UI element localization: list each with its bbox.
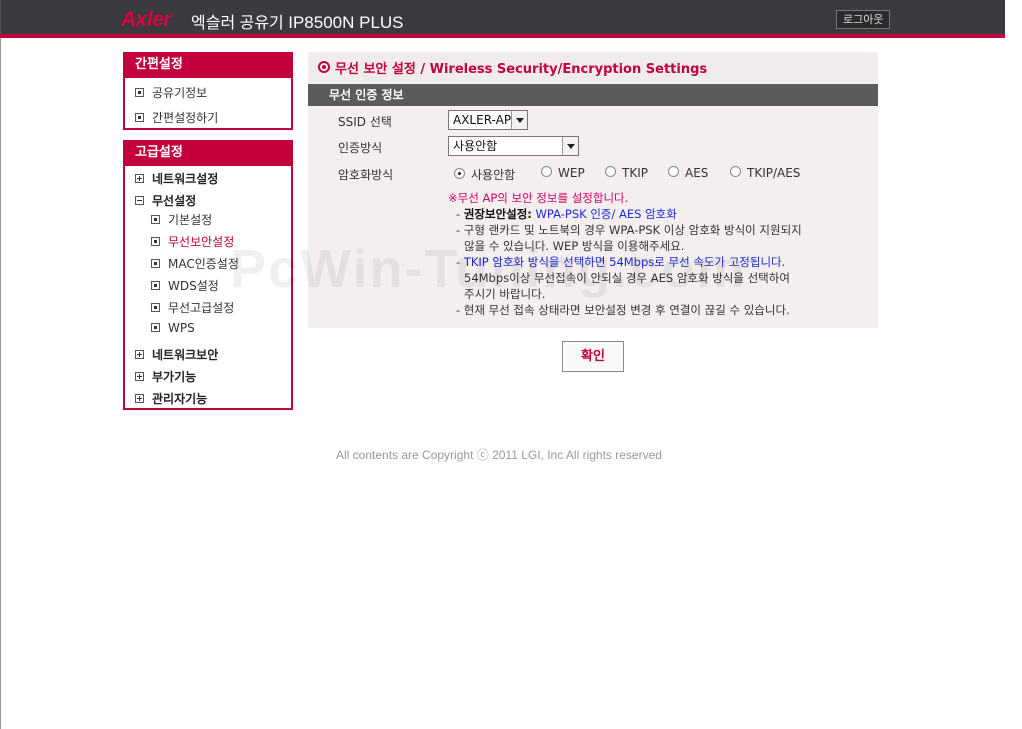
sidebar-item-label: 부가기능 xyxy=(152,370,197,384)
radio-label: TKIP xyxy=(622,166,648,180)
page-title: 무선 보안 설정 / Wireless Security/Encryption … xyxy=(335,62,708,77)
product-model: IP8500N PLUS xyxy=(288,13,404,32)
sidebar-subitem-mac-auth[interactable]: MAC인증설정 xyxy=(151,255,239,272)
radio-label: AES xyxy=(685,166,709,180)
bullet-icon xyxy=(151,281,160,290)
radio-icon xyxy=(668,166,679,177)
info-line-disconnect: - 현재 무선 접속 상태라면 보안설정 변경 후 연결이 끊길 수 있습니다. xyxy=(456,303,790,317)
sidebar-item-network-security[interactable]: 네트워크보안 xyxy=(135,346,218,363)
product-title: 엑슬러 공유기 IP8500N PLUS xyxy=(191,9,404,33)
info-recommended: - 권장보안설정: WPA-PSK 인증/ AES 암호화 xyxy=(456,206,677,222)
sidebar-item-label: 네트워크보안 xyxy=(152,348,219,362)
encryption-option-tkip[interactable]: TKIP xyxy=(605,166,648,180)
expand-plus-icon xyxy=(135,394,144,403)
main-settings-panel: 무선 보안 설정 / Wireless Security/Encryption … xyxy=(308,52,878,328)
sidebar-item-label: 네트워크설정 xyxy=(152,172,219,186)
encryption-option-none[interactable]: 사용안함 xyxy=(454,166,515,183)
bullet-icon xyxy=(151,259,160,268)
collapse-minus-icon xyxy=(135,196,144,205)
sidebar-subitem-wireless-advanced[interactable]: 무선고급설정 xyxy=(151,299,234,316)
sidebar-advanced-settings: 고급설정 네트워크설정 무선설정 기본설정 무선보안설정 MAC인증설정 WDS… xyxy=(123,140,293,410)
auth-method-label: 인증방식 xyxy=(338,141,383,155)
bullet-icon xyxy=(151,303,160,312)
info-tkip-note: TKIP 암호화 방식을 선택하면 54Mbps로 무선 속도가 고정됩니다. xyxy=(463,255,786,269)
sidebar-item-label: 공유기정보 xyxy=(152,86,208,100)
sidebar-subitem-wps[interactable]: WPS xyxy=(151,321,195,335)
sidebar-item-admin-features[interactable]: 관리자기능 xyxy=(135,390,207,407)
sidebar-item-router-info[interactable]: 공유기정보 xyxy=(135,84,207,101)
sidebar-item-label: 무선보안설정 xyxy=(168,235,235,249)
sidebar-item-label: WDS설정 xyxy=(168,279,219,293)
sidebar-item-label: WPS xyxy=(168,321,195,335)
logout-button[interactable]: 로그아웃 xyxy=(836,10,891,29)
sidebar-item-wireless-settings[interactable]: 무선설정 xyxy=(135,192,196,209)
encryption-label: 암호화방식 xyxy=(338,168,394,182)
sidebar-item-label: 관리자기능 xyxy=(152,392,208,406)
radio-checked-icon xyxy=(454,168,465,179)
encryption-option-wep[interactable]: WEP xyxy=(541,166,585,180)
chevron-down-icon xyxy=(511,111,527,129)
footer-copyright: All contents are Copyright ⓒ 2011 LGI, I… xyxy=(336,448,662,462)
subsection-title: 무선 인증 정보 xyxy=(308,84,878,106)
bullet-icon xyxy=(151,215,160,224)
expand-plus-icon xyxy=(135,372,144,381)
info-line-legacy-cont: 않을 수 있습니다. WEP 방식을 이용해주세요. xyxy=(464,239,685,253)
sidebar-item-label: MAC인증설정 xyxy=(168,257,239,271)
sidebar-item-label: 무선고급설정 xyxy=(168,301,235,315)
sidebar-simple-settings: 간편설정 공유기정보 간편설정하기 xyxy=(123,52,293,130)
sidebar-simple-title: 간편설정 xyxy=(125,54,291,78)
bullet-icon xyxy=(135,88,144,97)
bullet-icon xyxy=(151,237,160,246)
section-header: 무선 보안 설정 / Wireless Security/Encryption … xyxy=(308,52,878,82)
confirm-button[interactable]: 확인 xyxy=(562,341,624,372)
radio-label: WEP xyxy=(558,166,585,180)
info-line-legacy: - 구형 랜카드 및 노트북의 경우 WPA-PSK 이상 암호화 방식이 지원… xyxy=(456,223,802,237)
sidebar-item-label: 기본설정 xyxy=(168,213,213,227)
product-title-korean: 엑슬러 공유기 xyxy=(191,15,284,32)
target-icon xyxy=(318,61,330,73)
sidebar-subitem-basic-settings[interactable]: 기본설정 xyxy=(151,211,212,228)
encryption-option-tkip-aes[interactable]: TKIP/AES xyxy=(730,166,800,180)
radio-icon xyxy=(605,166,616,177)
sidebar-item-network-settings[interactable]: 네트워크설정 xyxy=(135,170,218,187)
expand-plus-icon xyxy=(135,174,144,183)
sidebar-subitem-wds[interactable]: WDS설정 xyxy=(151,277,219,294)
ssid-select-value: AXLER-AP xyxy=(453,113,512,127)
info-line-tkip-cont1: 54Mbps이상 무선접속이 안되실 경우 AES 암호화 방식을 선택하여 xyxy=(464,271,790,285)
info-heading: ※무선 AP의 보안 정보를 설정합니다. xyxy=(448,191,629,205)
info-recommended-value: WPA-PSK 인증/ AES 암호화 xyxy=(531,207,677,221)
sidebar-item-label: 간편설정하기 xyxy=(152,111,219,125)
sidebar-item-quick-setup[interactable]: 간편설정하기 xyxy=(135,109,218,126)
sidebar-advanced-title: 고급설정 xyxy=(125,142,291,166)
sidebar-subitem-wireless-security[interactable]: 무선보안설정 xyxy=(151,233,234,250)
auth-method-select[interactable]: 사용안함 xyxy=(448,136,579,156)
info-line-tkip-cont2: 주시기 바랍니다. xyxy=(464,287,546,301)
info-line-tkip: - TKIP 암호화 방식을 선택하면 54Mbps로 무선 속도가 고정됩니다… xyxy=(456,254,785,270)
ssid-label: SSID 선택 xyxy=(338,115,392,129)
bullet-icon xyxy=(151,323,160,332)
expand-plus-icon xyxy=(135,350,144,359)
header-accent-line xyxy=(0,34,1005,38)
info-recommended-label: 권장보안설정: xyxy=(463,207,532,221)
auth-method-select-value: 사용안함 xyxy=(453,139,498,153)
chevron-down-icon xyxy=(562,137,578,155)
radio-icon xyxy=(541,166,552,177)
radio-icon xyxy=(730,166,741,177)
info-dash: - xyxy=(456,255,464,269)
encryption-option-aes[interactable]: AES xyxy=(668,166,708,180)
axler-logo: Axler xyxy=(121,8,172,31)
radio-label: TKIP/AES xyxy=(747,166,801,180)
sidebar-item-extra-features[interactable]: 부가기능 xyxy=(135,368,196,385)
bullet-icon xyxy=(135,113,144,122)
radio-label: 사용안함 xyxy=(471,168,516,182)
ssid-select[interactable]: AXLER-AP xyxy=(448,110,528,130)
frame-left-border xyxy=(0,0,1,729)
top-header: Axler 엑슬러 공유기 IP8500N PLUS 로그아웃 xyxy=(0,0,1005,34)
info-dash: - xyxy=(456,207,464,221)
sidebar-item-label: 무선설정 xyxy=(152,194,197,208)
